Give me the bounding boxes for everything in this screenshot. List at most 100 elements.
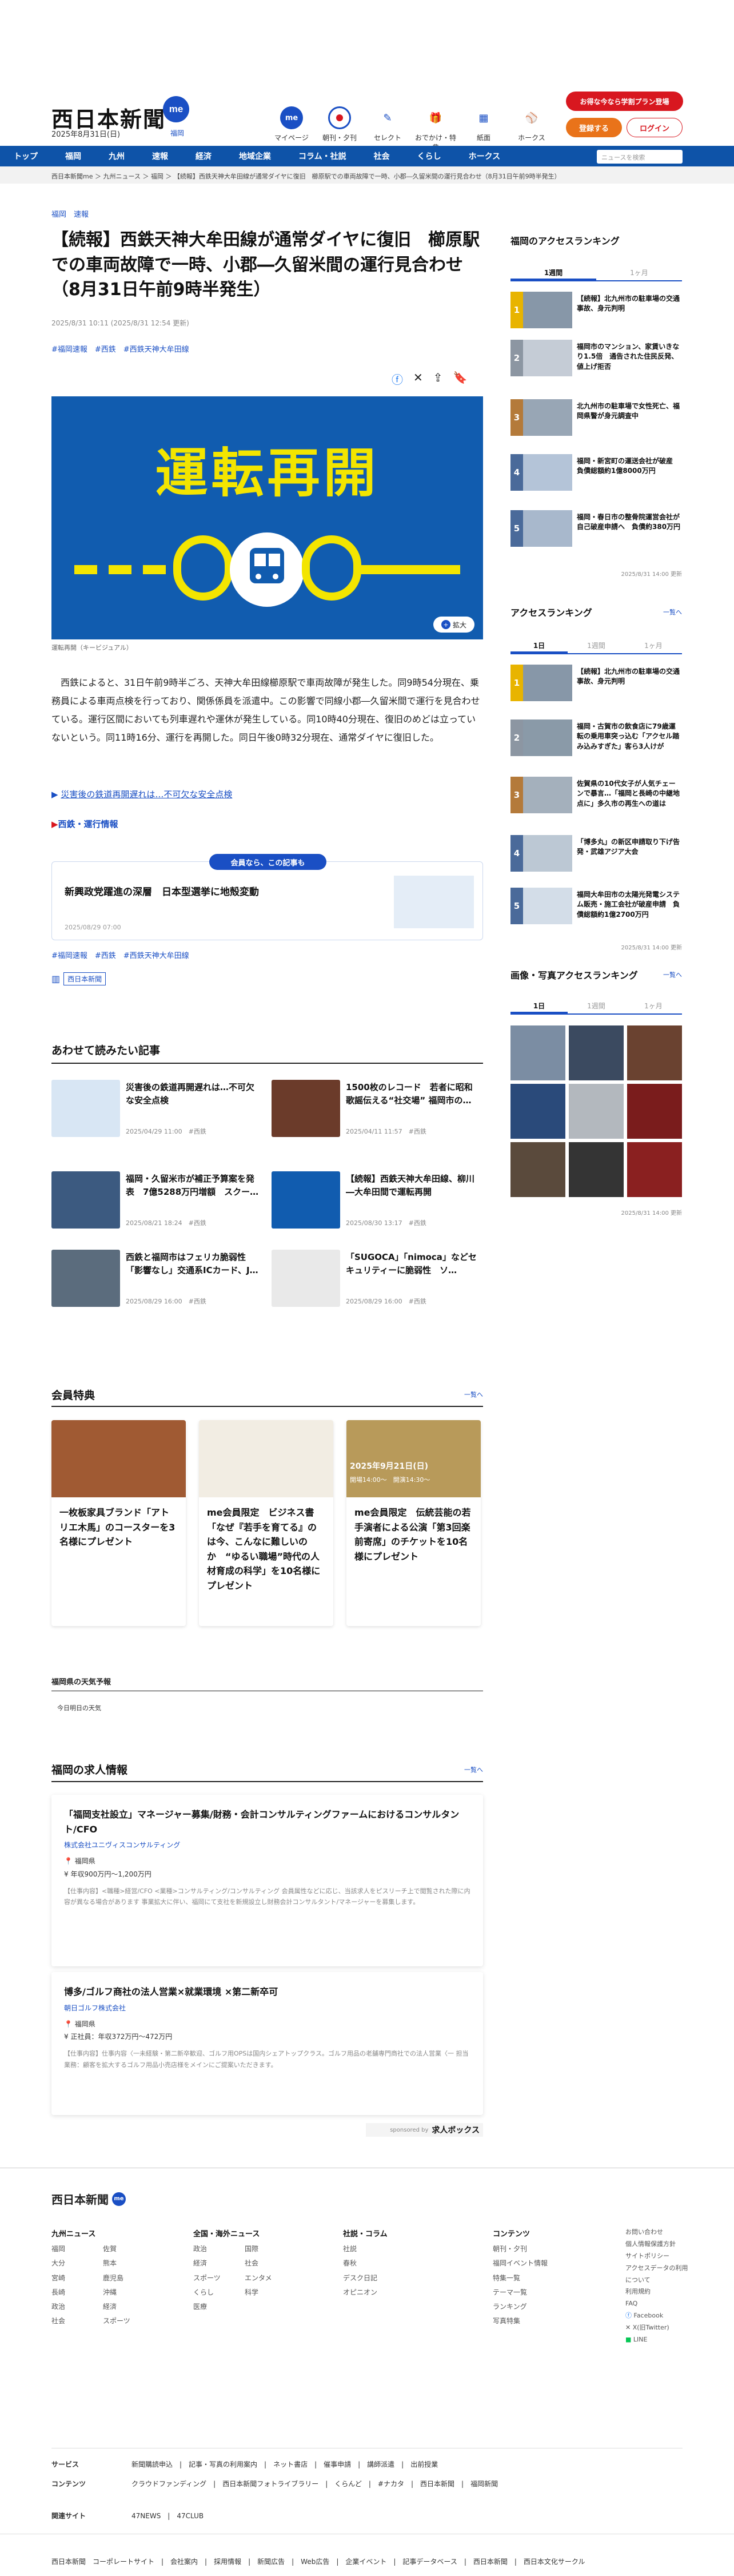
footer-link[interactable]: お問い合わせ: [625, 2227, 688, 2239]
promo-button[interactable]: お得な今なら学割プラン登場: [566, 92, 683, 111]
bookmark-icon[interactable]: 🔖: [453, 371, 468, 387]
region-selector[interactable]: 福岡: [170, 128, 184, 138]
tab-1month[interactable]: 1ヶ月: [625, 635, 682, 653]
tab-1week[interactable]: 1週間: [510, 262, 596, 280]
tab-1day[interactable]: 1日: [510, 995, 568, 1013]
footer-link[interactable]: デスク日記: [343, 2271, 434, 2285]
paper-link[interactable]: ▦ 紙面: [461, 106, 506, 152]
related-section-link[interactable]: ▶西鉄・運行情報: [51, 818, 118, 830]
hero-image[interactable]: 運転再開 + 拡大: [51, 396, 483, 639]
mypage-link[interactable]: me マイページ: [269, 106, 314, 152]
footer-link[interactable]: 鹿児島: [103, 2271, 154, 2285]
register-button[interactable]: 登録する: [566, 118, 622, 137]
facebook-link[interactable]: ⓕ Facebook: [625, 2310, 688, 2322]
footer-link[interactable]: 特集一覧: [493, 2271, 584, 2285]
photo-thumb[interactable]: [510, 1084, 565, 1139]
x-link[interactable]: ✕ X(旧Twitter): [625, 2322, 688, 2334]
ranking-item[interactable]: 5 福岡・春日市の整骨院運営会社が自己破産申請へ 負債約380万円: [510, 510, 682, 551]
footer-logo[interactable]: 西日本新聞 me: [51, 2191, 126, 2207]
footer-link[interactable]: 医療: [193, 2300, 245, 2314]
article-tags-bottom[interactable]: #福岡速報 #西鉄 #西鉄天神大牟田線: [51, 949, 189, 960]
footer-bottom-links[interactable]: 西日本新聞 コーポレートサイト | 会社案内 | 採用情報 | 新聞広告 | W…: [51, 2557, 585, 2566]
photo-thumb[interactable]: [627, 1142, 682, 1197]
ranking-item[interactable]: 3 佐賀県の10代女子が人気チェーンで暴言…「福岡と長崎の中継地点に」多久市の再生…: [510, 777, 682, 818]
weather-today[interactable]: 今日明日の天気: [57, 1703, 101, 1712]
footer-link[interactable]: FAQ: [625, 2298, 688, 2310]
footer-link[interactable]: スポーツ: [103, 2314, 154, 2328]
footer-link[interactable]: 社説: [343, 2242, 434, 2256]
related-card[interactable]: 「SUGOCA」「nimoca」などセキュリティーに脆弱性 ソ… 2025/08/…: [272, 1250, 483, 1313]
x-icon[interactable]: ✕: [413, 371, 423, 387]
ranking-item[interactable]: 1 【続報】北九州市の駐車場の交通事故、身元判明: [510, 665, 682, 706]
nav-item-life[interactable]: くらし: [404, 150, 455, 162]
newspaper-link[interactable]: 朝刊・夕刊: [317, 106, 362, 152]
job-card[interactable]: 「福岡支社設立」マネージャー募集/財務・会計コンサルティングファームにおけるコン…: [51, 1795, 483, 1966]
ranking-item[interactable]: 4 「博多丸」の新区申請取り下げ告発・武雄アジア大会: [510, 835, 682, 876]
perk-card[interactable]: me会員限定 ビジネス書「なぜ『若手を育てる』のは今、こんなに難しいのか “ゆる…: [199, 1420, 333, 1626]
footer-link[interactable]: スポーツ: [193, 2271, 245, 2285]
sponsor-name[interactable]: 求人ボックス: [432, 2124, 480, 2136]
footer-link[interactable]: エンタメ: [245, 2271, 296, 2285]
footer-link[interactable]: 長崎: [51, 2285, 103, 2300]
perks-more-link[interactable]: 一覧へ: [464, 1390, 483, 1399]
related-card[interactable]: 福岡・久留米市が補正予算案を発表 7億5288万円増額 スクー… 2025/08/…: [51, 1171, 263, 1234]
jobs-more-link[interactable]: 一覧へ: [464, 1765, 483, 1774]
nav-item-breaking[interactable]: 速報: [138, 150, 182, 162]
nav-item-kyushu[interactable]: 九州: [95, 150, 138, 162]
login-button[interactable]: ログイン: [627, 118, 683, 137]
ranking-item[interactable]: 4 福岡・新宮町の運送会社が破産 負債総額約1億8000万円: [510, 454, 682, 495]
footer-link[interactable]: 政治: [193, 2242, 245, 2256]
photo-thumb[interactable]: [627, 1025, 682, 1080]
footer-link[interactable]: ランキング: [493, 2300, 584, 2314]
ranking-item[interactable]: 2 福岡市のマンション、家賃いきなり1.5倍 通告された住民反発、値上げ拒否: [510, 340, 682, 381]
footer-link[interactable]: 佐賀: [103, 2242, 154, 2256]
footer-link[interactable]: 利用規約: [625, 2286, 688, 2298]
footer-link[interactable]: 写真特集: [493, 2314, 584, 2328]
tab-1week[interactable]: 1週間: [568, 995, 625, 1013]
footer-link[interactable]: 政治: [51, 2300, 103, 2314]
nav-item-economy[interactable]: 経済: [182, 150, 225, 162]
photo-thumb[interactable]: [627, 1084, 682, 1139]
related-sites-links[interactable]: 47NEWS | 47CLUB: [131, 2512, 204, 2520]
line-link[interactable]: ■ LINE: [625, 2334, 688, 2346]
zoom-button[interactable]: + 拡大: [433, 617, 474, 633]
related-card[interactable]: 1500枚のレコード 若者に昭和歌謡伝える“社交場” 福岡市の… 2025/04/…: [272, 1080, 483, 1143]
photo-more-link[interactable]: 一覧へ: [663, 970, 682, 979]
footer-link[interactable]: サイトポリシー: [625, 2251, 688, 2263]
search-input[interactable]: ニュースを検索: [597, 150, 683, 164]
tab-1week[interactable]: 1週間: [568, 635, 625, 653]
tab-1day[interactable]: 1日: [510, 635, 568, 653]
nav-item-society[interactable]: 社会: [360, 150, 404, 162]
footer-link[interactable]: 社会: [51, 2314, 103, 2328]
article-tags[interactable]: #福岡速報 #西鉄 #西鉄天神大牟田線: [51, 343, 189, 354]
related-card[interactable]: 災害後の鉄道再開遅れは…不可欠な安全点検 2025/04/29 11:00 #西鉄: [51, 1080, 263, 1143]
nav-item-fukuoka[interactable]: 福岡: [51, 150, 95, 162]
tab-1month[interactable]: 1ヶ月: [596, 262, 682, 280]
access-more-link[interactable]: 一覧へ: [663, 607, 682, 617]
footer-link[interactable]: 福岡: [51, 2242, 103, 2256]
footer-link[interactable]: 沖縄: [103, 2285, 154, 2300]
photo-thumb[interactable]: [510, 1142, 565, 1197]
nav-item-hawks[interactable]: ホークス: [455, 150, 514, 162]
footer-link[interactable]: テーマ一覧: [493, 2285, 584, 2300]
job-card[interactable]: 博多/ゴルフ商社の法人営業×就業環境 ×第二新卒可 朝日ゴルフ株式会社 📍 福岡…: [51, 1972, 483, 2115]
nav-item-local-biz[interactable]: 地域企業: [225, 150, 285, 162]
article-category[interactable]: 福岡 速報: [51, 208, 89, 219]
outing-link[interactable]: 🎁おでかけ・特典: [413, 106, 458, 152]
footer-link[interactable]: 宮崎: [51, 2271, 103, 2285]
ranking-item[interactable]: 2 福岡・古賀市の飲食店に79歳運転の乗用車突っ込む「アクセル踏み込みすぎた」客ら…: [510, 719, 682, 761]
perk-card[interactable]: 一枚板家具ブランド「アトリエ木馬」のコースターを3名様にプレゼント: [51, 1420, 186, 1626]
footer-link[interactable]: 国際: [245, 2242, 296, 2256]
photo-thumb[interactable]: [510, 1025, 565, 1080]
ranking-item[interactable]: 1 【続報】北九州市の駐車場の交通事故、身元判明: [510, 292, 682, 333]
me-logo-icon[interactable]: me: [163, 96, 189, 122]
photo-thumb[interactable]: [569, 1025, 624, 1080]
ranking-item[interactable]: 3 北九州市の駐車場で女性死亡、福岡県警が身元調査中: [510, 399, 682, 440]
breadcrumb[interactable]: 西日本新聞me ＞ 九州ニュース ＞ 福岡 ＞ 【続報】西鉄天神大牟田線が通常ダ…: [0, 166, 734, 184]
nav-item-top[interactable]: トップ: [0, 150, 51, 162]
footer-link[interactable]: 個人情報保護方針: [625, 2239, 688, 2251]
photo-thumb[interactable]: [569, 1084, 624, 1139]
related-card[interactable]: 西鉄と福岡市はフェリカ脆弱性「影響なし」交通系ICカード、J… 2025/08/2…: [51, 1250, 263, 1313]
footer-link[interactable]: くらし: [193, 2285, 245, 2300]
nav-item-column[interactable]: コラム・社説: [285, 150, 360, 162]
